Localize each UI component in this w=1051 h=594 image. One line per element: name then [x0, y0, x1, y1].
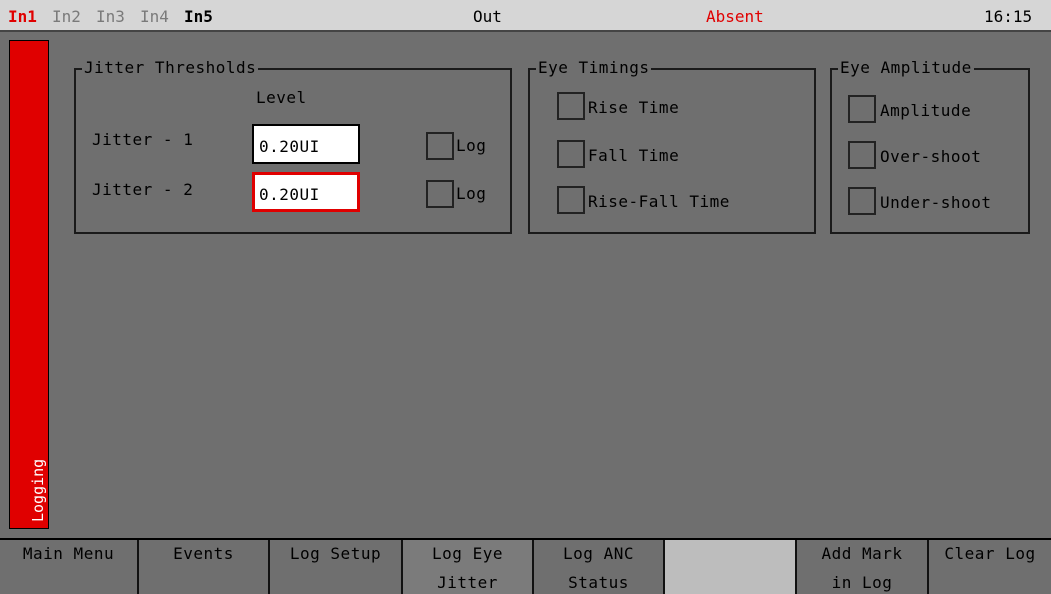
input-tab-in2[interactable]: In2 — [52, 7, 81, 26]
under-shoot-checkbox[interactable] — [848, 187, 876, 215]
jitter-2-log-label: Log — [456, 184, 487, 203]
group-title: Eye Amplitude — [838, 58, 974, 77]
key-label-2: Status — [568, 573, 629, 592]
jitter-thresholds-group: Jitter Thresholds Level Jitter - 1 0.20U… — [74, 58, 512, 234]
log-setup-key[interactable]: Log Setup — [268, 540, 401, 594]
log-eye-jitter-key[interactable]: Log Eye Jitter — [401, 540, 532, 594]
key-label: Log ANC — [563, 544, 634, 563]
over-shoot-checkbox[interactable] — [848, 141, 876, 169]
logging-side-tab[interactable]: Logging — [9, 40, 49, 529]
key-label-2: in Log — [831, 573, 893, 592]
amplitude-label: Amplitude — [880, 101, 972, 120]
jitter-1-level-field[interactable]: 0.20UI — [252, 124, 360, 164]
clear-log-key[interactable]: Clear Log — [927, 540, 1051, 594]
input-tab-in4[interactable]: In4 — [140, 7, 169, 26]
jitter-1-log-checkbox[interactable] — [426, 132, 454, 160]
fall-time-label: Fall Time — [588, 146, 680, 165]
rise-time-checkbox[interactable] — [557, 92, 585, 120]
top-status-bar: In1 In2 In3 In4 In5 Out Absent 16:15 — [0, 0, 1051, 32]
side-tab-label: Logging — [29, 458, 47, 522]
over-shoot-label: Over-shoot — [880, 147, 982, 166]
key-label: Clear Log — [944, 544, 1036, 563]
eye-timings-group: Eye Timings Rise Time Fall Time Rise-Fal… — [528, 58, 816, 234]
main-menu-key[interactable]: Main Menu — [0, 540, 137, 594]
eye-amplitude-group: Eye Amplitude Amplitude Over-shoot Under… — [830, 58, 1030, 234]
key-label: Add Mark — [821, 544, 903, 563]
group-title: Jitter Thresholds — [82, 58, 259, 77]
rise-time-label: Rise Time — [588, 98, 680, 117]
input-tab-in5[interactable]: In5 — [184, 7, 213, 26]
jitter-2-level-field[interactable]: 0.20UI — [252, 172, 360, 212]
key-label: Main Menu — [22, 544, 115, 563]
events-key[interactable]: Events — [137, 540, 268, 594]
blank-key[interactable] — [663, 540, 795, 594]
key-label-2: Jitter — [437, 573, 498, 592]
jitter-2-log-checkbox[interactable] — [426, 180, 454, 208]
output-label: Out — [473, 7, 502, 26]
group-title: Eye Timings — [536, 58, 652, 77]
under-shoot-label: Under-shoot — [880, 193, 992, 212]
log-anc-status-key[interactable]: Log ANC Status — [532, 540, 663, 594]
clock: 16:15 — [984, 7, 1033, 26]
input-tab-in3[interactable]: In3 — [96, 7, 125, 26]
softkey-bar: Main Menu Events Log Setup Log Eye Jitte… — [0, 538, 1051, 594]
rise-fall-time-label: Rise-Fall Time — [588, 192, 730, 211]
level-header: Level — [256, 88, 307, 107]
status-text: Absent — [706, 7, 764, 26]
jitter-1-label: Jitter - 1 — [92, 130, 194, 149]
key-label: Log Eye — [432, 544, 503, 563]
key-label: Log Setup — [289, 544, 382, 563]
rise-fall-time-checkbox[interactable] — [557, 186, 585, 214]
add-mark-in-log-key[interactable]: Add Mark in Log — [795, 540, 927, 594]
jitter-1-log-label: Log — [456, 136, 487, 155]
jitter-2-label: Jitter - 2 — [92, 180, 194, 199]
input-tab-in1[interactable]: In1 — [8, 7, 37, 26]
fall-time-checkbox[interactable] — [557, 140, 585, 168]
key-label: Events — [173, 544, 234, 563]
amplitude-checkbox[interactable] — [848, 95, 876, 123]
